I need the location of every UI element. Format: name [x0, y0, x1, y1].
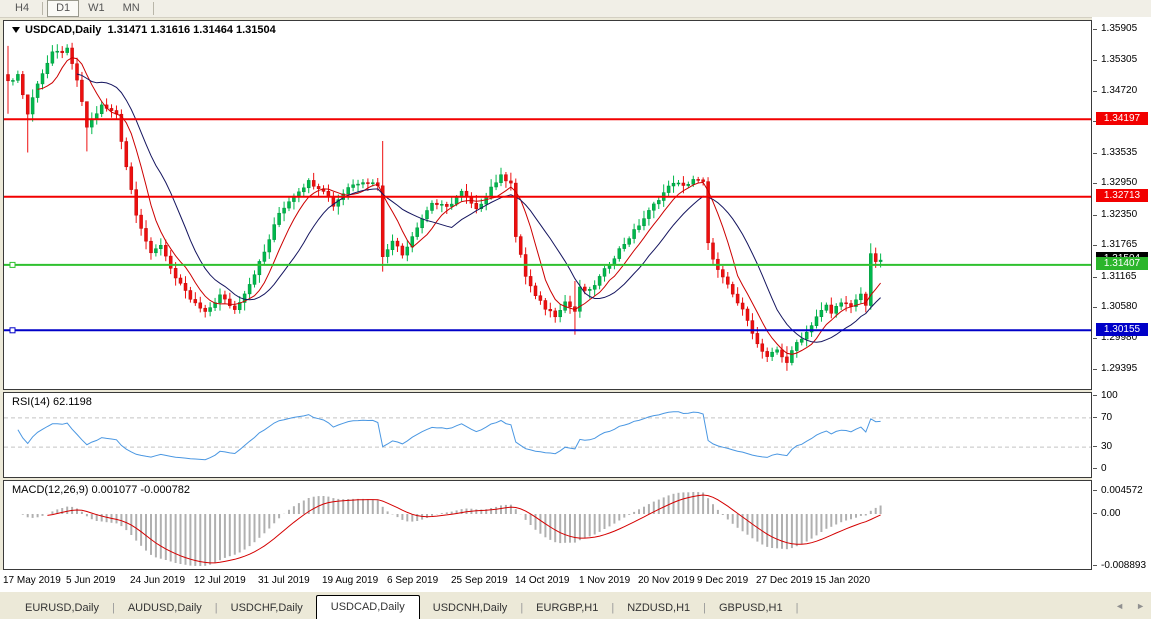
- tab-usdchf-daily[interactable]: USDCHF,Daily: [218, 598, 316, 619]
- tab-usdcnh-daily[interactable]: USDCNH,Daily: [420, 598, 521, 619]
- price-tick-label: 1.30580: [1101, 301, 1137, 312]
- rsi-tick-dash: [1093, 446, 1097, 447]
- price-tick-dash: [1093, 215, 1097, 216]
- line-handle[interactable]: [10, 262, 15, 267]
- price-tick-dash: [1093, 29, 1097, 30]
- price-tick-label: 1.29395: [1101, 363, 1137, 374]
- rsi-tick-dash: [1093, 395, 1097, 396]
- tab-scroll-left-icon[interactable]: ◄: [1115, 601, 1124, 611]
- date-label: 15 Jan 2020: [815, 575, 870, 586]
- timeframe-button-MN[interactable]: MN: [114, 0, 149, 17]
- date-label: 6 Sep 2019: [387, 575, 438, 586]
- macd-tick-dash: [1093, 490, 1097, 491]
- date-label: 20 Nov 2019: [638, 575, 695, 586]
- price-tick-label: 1.32350: [1101, 209, 1137, 220]
- rsi-chart-canvas[interactable]: [4, 393, 1091, 477]
- rsi-indicator-panel[interactable]: RSI(14) 62.1198: [3, 392, 1092, 478]
- timeframe-button-W1[interactable]: W1: [79, 0, 114, 17]
- price-axis: 1.359051.353051.347201.341351.335351.329…: [1092, 17, 1151, 592]
- date-label: 5 Jun 2019: [66, 575, 116, 586]
- tab-scroll-right-icon[interactable]: ►: [1136, 601, 1145, 611]
- rsi-label: RSI(14) 62.1198: [12, 396, 92, 408]
- chart-title: USDCAD,Daily 1.31471 1.31616 1.31464 1.3…: [12, 24, 276, 36]
- chart-symbol-label: USDCAD,Daily: [25, 24, 101, 36]
- date-label: 27 Dec 2019: [756, 575, 813, 586]
- rsi-tick-label: 0: [1101, 463, 1107, 474]
- price-tick-dash: [1093, 245, 1097, 246]
- macd-tick-label: -0.008893: [1101, 560, 1146, 571]
- chart-ohlc-values: 1.31471 1.31616 1.31464 1.31504: [108, 24, 276, 36]
- date-label: 31 Jul 2019: [258, 575, 310, 586]
- rsi-line: [18, 412, 881, 460]
- price-badge-1.31407: 1.31407: [1096, 257, 1148, 270]
- symbol-dropdown-icon[interactable]: [12, 27, 20, 33]
- price-tick-label: 1.35905: [1101, 23, 1137, 34]
- macd-tick-label: 0.004572: [1101, 485, 1143, 496]
- tab-separator: |: [796, 602, 799, 619]
- candlestick-series: [7, 43, 883, 371]
- price-badge-1.34197: 1.34197: [1096, 112, 1148, 125]
- tab-gbpusd-h1[interactable]: GBPUSD,H1: [706, 598, 796, 619]
- price-badge-1.32713: 1.32713: [1096, 189, 1148, 202]
- ma-fast-line: [38, 58, 881, 355]
- price-tick-dash: [1093, 183, 1097, 184]
- date-label: 25 Sep 2019: [451, 575, 508, 586]
- price-tick-label: 1.35305: [1101, 54, 1137, 65]
- price-tick-label: 1.33535: [1101, 147, 1137, 158]
- price-tick-label: 1.34720: [1101, 85, 1137, 96]
- price-tick-dash: [1093, 338, 1097, 339]
- macd-indicator-panel[interactable]: MACD(12,26,9) 0.001077 -0.000782: [3, 480, 1092, 570]
- price-tick-label: 1.31165: [1101, 271, 1136, 282]
- trading-terminal-window: H4 D1W1MN USDCAD,Daily 1.31471 1.31616 1.…: [0, 0, 1151, 619]
- timeframe-toolbar: H4 D1W1MN: [0, 0, 1151, 18]
- ma-slow-line: [77, 74, 881, 342]
- macd-tick-label: 0.00: [1101, 508, 1120, 519]
- date-label: 19 Aug 2019: [322, 575, 378, 586]
- rsi-tick-label: 100: [1101, 390, 1118, 401]
- price-tick-label: 1.32950: [1101, 177, 1137, 188]
- macd-signal-line: [47, 495, 880, 563]
- tab-eurgbp-h1[interactable]: EURGBP,H1: [523, 598, 611, 619]
- tab-audusd-daily[interactable]: AUDUSD,Daily: [115, 598, 215, 619]
- chart-tab-bar: EURUSD,Daily|AUDUSD,Daily|USDCHF,DailyUS…: [0, 592, 1151, 619]
- chart-tabs: EURUSD,Daily|AUDUSD,Daily|USDCHF,DailyUS…: [0, 592, 798, 619]
- macd-histogram: [23, 492, 881, 566]
- price-badge-1.30155: 1.30155: [1096, 323, 1148, 336]
- line-handle[interactable]: [10, 328, 15, 333]
- rsi-tick-dash: [1093, 417, 1097, 418]
- price-tick-dash: [1093, 91, 1097, 92]
- price-tick-dash: [1093, 153, 1097, 154]
- date-label: 12 Jul 2019: [194, 575, 246, 586]
- price-tick-dash: [1093, 277, 1097, 278]
- candlestick-chart-canvas[interactable]: [4, 21, 1091, 389]
- tab-eurusd-daily[interactable]: EURUSD,Daily: [12, 598, 112, 619]
- macd-label: MACD(12,26,9) 0.001077 -0.000782: [12, 484, 190, 496]
- date-label: 1 Nov 2019: [579, 575, 630, 586]
- rsi-tick-label: 70: [1101, 412, 1112, 423]
- timeframe-button-D1[interactable]: D1: [47, 0, 79, 17]
- date-label: 17 May 2019: [3, 575, 61, 586]
- price-tick-dash: [1093, 369, 1097, 370]
- date-axis: 17 May 2019 5 Jun 2019 24 Jun 2019 12 Jul 2…: [0, 570, 1151, 593]
- date-label: 14 Oct 2019: [515, 575, 569, 586]
- price-tick-dash: [1093, 60, 1097, 61]
- date-label: 9 Dec 2019: [697, 575, 748, 586]
- macd-tick-dash: [1093, 565, 1097, 566]
- macd-tick-dash: [1093, 513, 1097, 514]
- rsi-tick-dash: [1093, 468, 1097, 469]
- tab-nzdusd-h1[interactable]: NZDUSD,H1: [614, 598, 703, 619]
- price-chart-panel[interactable]: USDCAD,Daily 1.31471 1.31616 1.31464 1.3…: [3, 20, 1092, 390]
- price-tick-dash: [1093, 307, 1097, 308]
- rsi-tick-label: 30: [1101, 441, 1112, 452]
- tab-usdcad-daily[interactable]: USDCAD,Daily: [316, 595, 420, 619]
- date-label: 24 Jun 2019: [130, 575, 185, 586]
- timeframe-button-H4[interactable]: H4: [6, 0, 38, 17]
- price-tick-label: 1.31765: [1101, 239, 1137, 250]
